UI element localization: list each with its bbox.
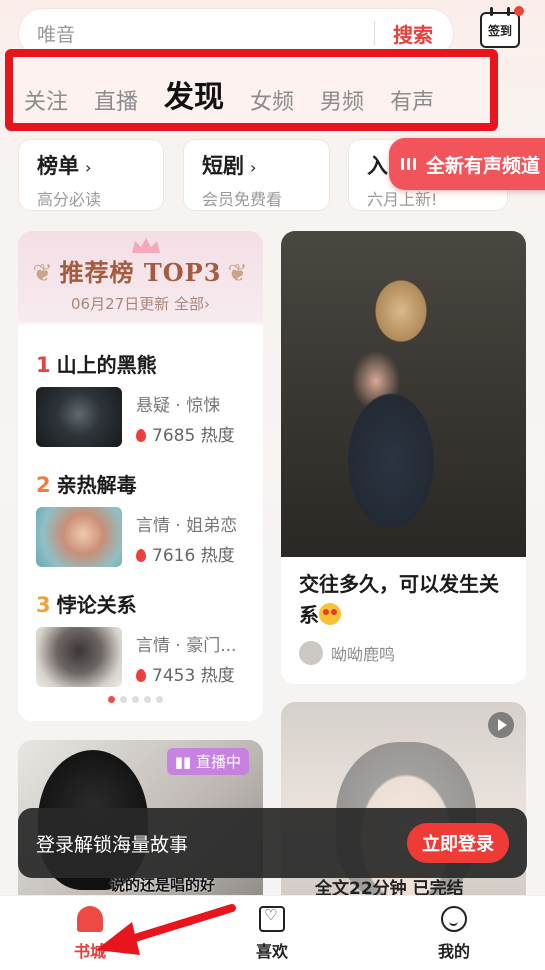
checkin-label: 签到 [487, 23, 512, 38]
recommend-top3-panel[interactable]: ❦ 推荐榜 TOP3 ❦ 06月27日更新 全部› 1 山上的黑熊 悬疑 · 惊悚 7… [18, 231, 263, 721]
rank-number: 1 [36, 353, 51, 377]
heart-eyes-emoji-icon [319, 603, 341, 625]
quick-link-rankings[interactable]: 榜单 › 高分必读 [18, 139, 164, 211]
book-title: 山上的黑熊 [56, 353, 157, 377]
laurel-icon: ❦ [32, 259, 54, 287]
live-tag-label: 直播中 [195, 753, 241, 771]
search-divider [374, 21, 375, 45]
book-genre: 悬疑 · 惊悚 [136, 396, 221, 416]
list-item[interactable]: 1 山上的黑熊 悬疑 · 惊悚 7685 热度 [36, 349, 256, 459]
search-button[interactable]: 搜索 [393, 19, 433, 48]
top3-list: 1 山上的黑熊 悬疑 · 惊悚 7685 热度 2 亲热解毒 言情 · 姐弟恋 76… [18, 329, 263, 721]
top3-title: 推荐榜 TOP3 [59, 258, 222, 287]
story-card[interactable]: 全文22分钟 已完结 [281, 702, 526, 912]
audio-channel-badge[interactable]: 全新有声频道 [389, 138, 545, 190]
nav-label: 我的 [437, 942, 470, 961]
profile-icon [441, 906, 467, 932]
tab-live[interactable]: 直播 [94, 84, 138, 116]
book-cover [36, 507, 122, 567]
app-screen: { "search": {"placeholder": "唯音", "butto… [0, 0, 545, 970]
nav-item-profile[interactable]: 我的 [414, 906, 494, 962]
live-bars-icon: ▮▮ [174, 753, 196, 771]
checkin-icon[interactable]: 签到 [480, 6, 524, 48]
book-genre: 言情 · 姐弟恋 [136, 516, 238, 536]
nav-label: 书城 [73, 942, 106, 961]
quick-link-title: 短剧 [202, 154, 244, 178]
feed-card-image [281, 231, 526, 557]
nav-item-favorites[interactable]: 喜欢 [232, 906, 312, 962]
chevron-right-icon: › [85, 158, 92, 177]
carousel-indicator [108, 696, 163, 703]
login-button[interactable]: 立即登录 [407, 823, 509, 863]
live-badge: ▮▮ 直播中 [166, 748, 249, 775]
book-cover [36, 627, 122, 687]
list-item[interactable]: 2 亲热解毒 言情 · 姐弟恋 7616 热度 [36, 469, 256, 579]
play-icon[interactable] [488, 712, 514, 738]
nav-item-bookstore[interactable]: 书城 [50, 906, 130, 962]
flame-icon [136, 429, 146, 442]
list-item[interactable]: 3 悖论关系 言情 · 豪门... 7453 热度 [36, 589, 256, 699]
flame-icon [136, 549, 146, 562]
quick-link-subtitle: 高分必读 [37, 190, 102, 209]
quick-link-title: 榜单 [37, 154, 79, 178]
login-prompt: 登录解锁海量故事 立即登录 [18, 808, 527, 878]
book-heat: 7685 热度 [152, 426, 235, 446]
tab-follow[interactable]: 关注 [24, 84, 68, 116]
audio-badge-label: 全新有声频道 [426, 154, 541, 177]
tab-female[interactable]: 女频 [250, 84, 294, 116]
tab-discover[interactable]: 发现 [164, 72, 224, 116]
audio-bars-icon [401, 158, 416, 170]
search-input[interactable]: 唯音 [37, 20, 374, 47]
quick-link-subtitle: 会员免费看 [202, 190, 283, 209]
feed-card[interactable]: 交往多久，可以发生关系 呦呦鹿鸣 [281, 231, 526, 684]
category-tabs: 关注 直播 发现 女频 男频 有声 [24, 72, 460, 116]
bookstore-icon [77, 906, 103, 932]
author-name: 呦呦鹿鸣 [331, 645, 396, 664]
book-title: 亲热解毒 [56, 473, 137, 497]
top3-header: ❦ 推荐榜 TOP3 ❦ 06月27日更新 全部› [18, 231, 263, 326]
book-cover [36, 387, 122, 447]
quick-link-short-drama[interactable]: 短剧 › 会员免费看 [183, 139, 330, 211]
book-heat: 7616 热度 [152, 546, 235, 566]
rank-number: 2 [36, 473, 51, 497]
chevron-right-icon: › [250, 158, 257, 177]
login-prompt-message: 登录解锁海量故事 [36, 833, 189, 856]
favorites-icon [259, 906, 285, 932]
tab-audio[interactable]: 有声 [390, 84, 434, 116]
bottom-nav: 书城 喜欢 我的 [0, 895, 545, 970]
book-genre: 言情 · 豪门... [136, 636, 237, 656]
book-title: 悖论关系 [56, 593, 137, 617]
flame-icon [136, 669, 146, 682]
rank-number: 3 [36, 593, 51, 617]
nav-label: 喜欢 [255, 942, 288, 961]
notification-dot [514, 6, 524, 16]
quick-link-title: 入 [367, 154, 388, 178]
top3-subtitle[interactable]: 06月27日更新 全部› [18, 293, 263, 314]
laurel-icon: ❦ [227, 259, 249, 287]
avatar [299, 641, 323, 665]
book-heat: 7453 热度 [152, 666, 235, 686]
tab-male[interactable]: 男频 [320, 84, 364, 116]
